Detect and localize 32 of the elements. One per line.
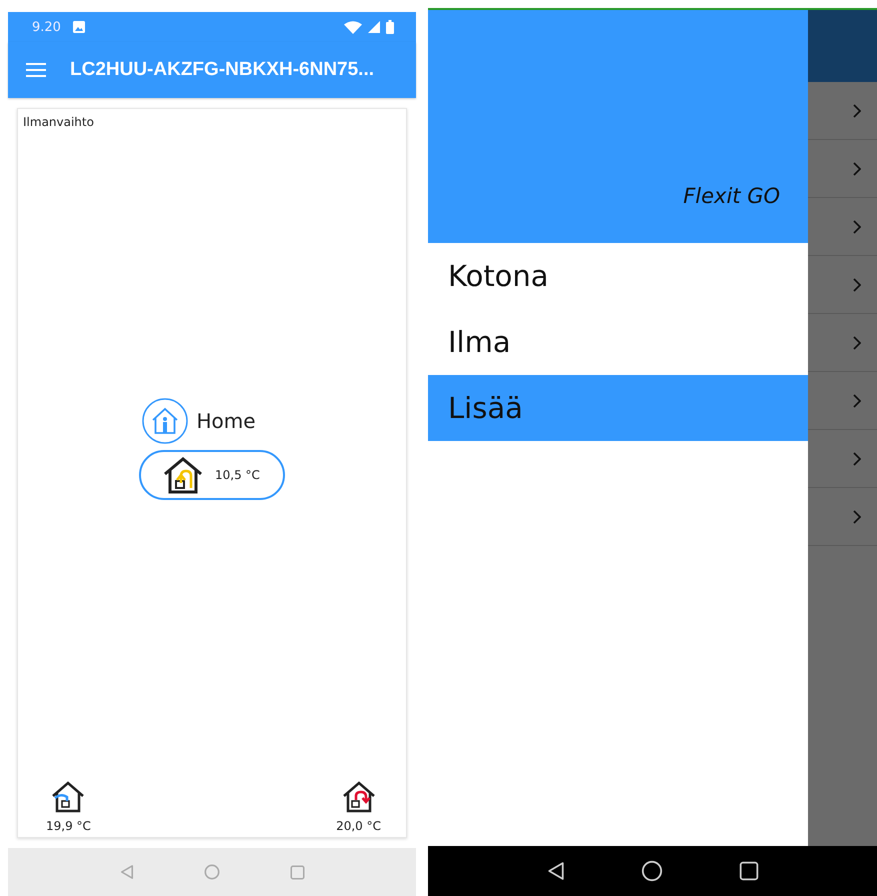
battery-icon — [386, 20, 394, 34]
mode-label: Home — [196, 409, 256, 433]
chevron-icon — [853, 394, 861, 408]
supply-air-pill[interactable]: 10,5 °C — [139, 450, 285, 500]
menu-icon[interactable] — [26, 63, 46, 77]
drawer-item[interactable]: Kotona — [428, 243, 808, 309]
home-mode-icon[interactable] — [142, 398, 188, 444]
chevron-icon — [853, 162, 861, 176]
chevron-icon — [853, 510, 861, 524]
house-supply-icon — [163, 456, 203, 494]
drawer-item[interactable]: Ilma — [428, 309, 808, 375]
home-icon[interactable] — [640, 860, 662, 882]
signal-icon — [368, 21, 380, 33]
back-icon[interactable] — [546, 860, 564, 882]
app-title: LC2HUU-AKZFG-NBKXH-6NN75... — [70, 59, 374, 81]
chevron-icon — [853, 278, 861, 292]
chevron-icon — [853, 104, 861, 118]
extract-temperature: 19,9 °C — [46, 819, 91, 833]
status-time: 9.20 — [32, 20, 61, 34]
house-extract-icon — [51, 781, 86, 813]
wifi-icon — [344, 20, 362, 34]
dimmed-app-bar — [808, 10, 877, 82]
chevron-icon — [853, 220, 861, 234]
house-room-icon — [342, 781, 376, 813]
app-name: Flexit GO — [683, 184, 780, 208]
drawer-item[interactable]: Lisää — [428, 375, 808, 441]
card-title: Ilmanvaihto — [23, 115, 94, 129]
image-notification-icon — [72, 21, 85, 33]
room-temperature: 20,0 °C — [336, 819, 381, 833]
chevron-icon — [853, 452, 861, 466]
chevron-icon — [853, 336, 861, 350]
recents-icon[interactable] — [738, 861, 758, 881]
